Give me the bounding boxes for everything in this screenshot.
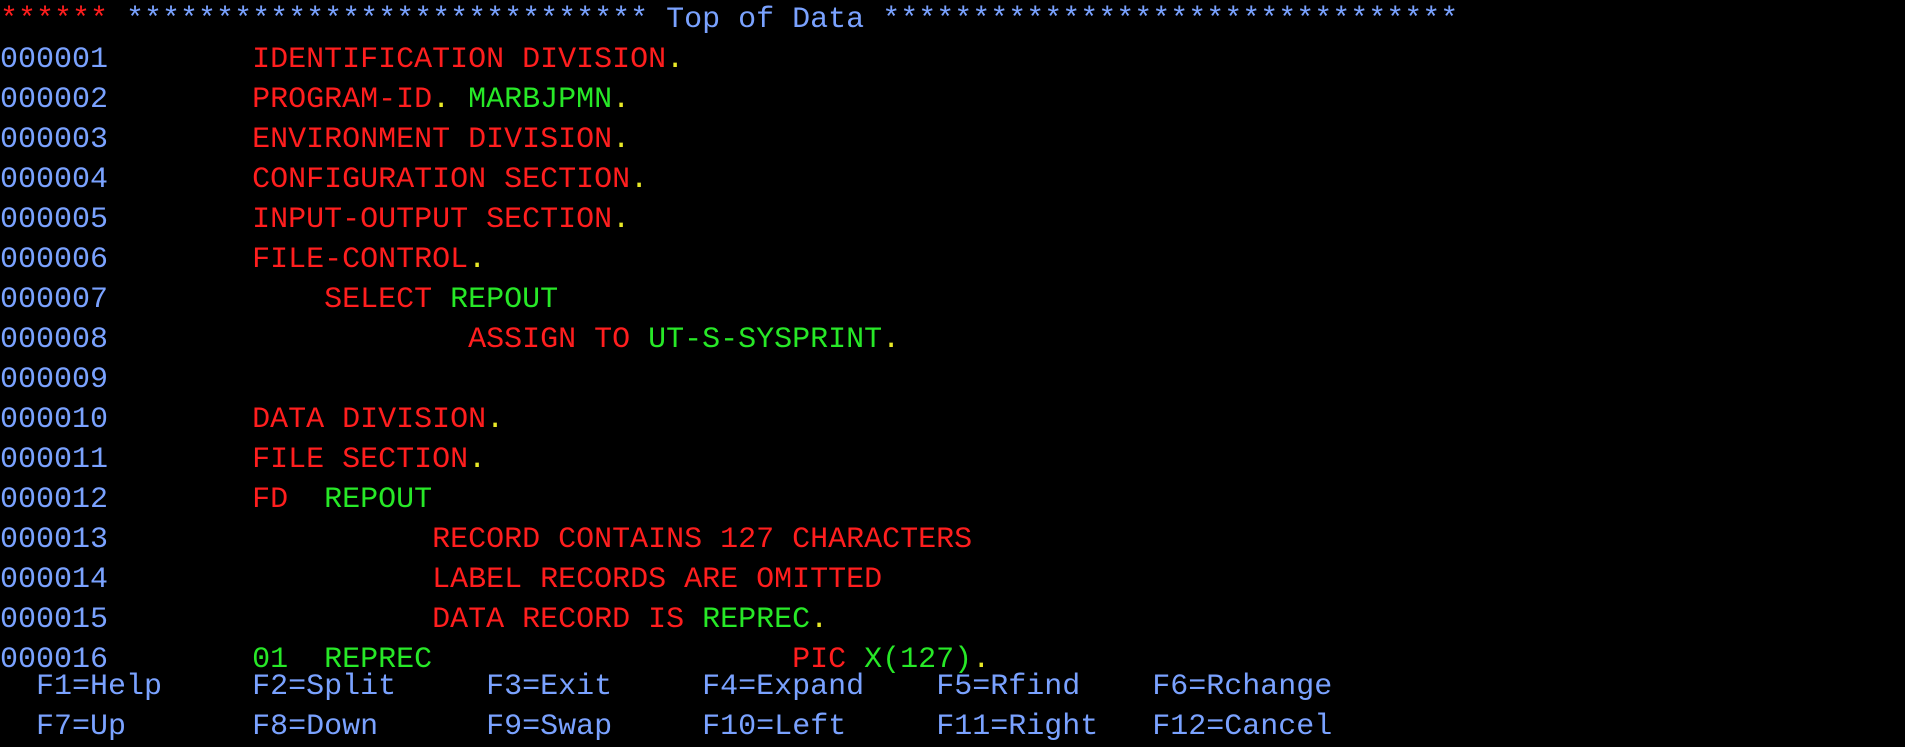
function-key-row-1: F1=Help F2=Split F3=Exit F4=Expand F5=Rf…: [0, 667, 1905, 707]
function-key-bar: F1=Help F2=Split F3=Exit F4=Expand F5=Rf…: [0, 667, 1905, 747]
fkey-f2[interactable]: F2=Split: [234, 670, 396, 704]
code-line[interactable]: 000009: [0, 360, 1905, 400]
code-token: .: [666, 43, 684, 77]
line-number: 000002: [0, 83, 108, 117]
code-token: LABEL RECORDS ARE OMITTED: [432, 563, 882, 597]
code-token: MARBJPMN: [468, 83, 612, 117]
code-line[interactable]: 000007 SELECT REPOUT: [0, 280, 1905, 320]
code-token: .: [468, 443, 486, 477]
fkey-f4[interactable]: F4=Expand: [684, 670, 864, 704]
code-token: .: [882, 323, 900, 357]
fkey-f3[interactable]: F3=Exit: [468, 670, 612, 704]
code-token: .: [612, 83, 630, 117]
code-token: ASSIGN TO: [468, 323, 648, 357]
code-token: DATA DIVISION: [252, 403, 486, 437]
fkey-f6[interactable]: F6=Rchange: [1134, 670, 1332, 704]
code-token: .: [810, 603, 828, 637]
code-token: RECORD CONTAINS 127 CHARACTERS: [432, 523, 972, 557]
code-token: PROGRAM-ID: [252, 83, 432, 117]
code-token: SELECT: [324, 283, 450, 317]
line-number: 000013: [0, 523, 108, 557]
line-number: 000004: [0, 163, 108, 197]
code-token: INPUT-OUTPUT SECTION: [252, 203, 612, 237]
code-line[interactable]: 000008 ASSIGN TO UT-S-SYSPRINT.: [0, 320, 1905, 360]
code-token: REPOUT: [324, 483, 432, 517]
code-line[interactable]: 000003 ENVIRONMENT DIVISION.: [0, 120, 1905, 160]
line-number: 000001: [0, 43, 108, 77]
code-line[interactable]: 000004 CONFIGURATION SECTION.: [0, 160, 1905, 200]
line-number: 000012: [0, 483, 108, 517]
line-number: 000011: [0, 443, 108, 477]
code-token: FD: [252, 483, 324, 517]
code-token: REPOUT: [450, 283, 558, 317]
code-token: FILE SECTION: [252, 443, 468, 477]
code-line[interactable]: 000001 IDENTIFICATION DIVISION.: [0, 40, 1905, 80]
banner-stars-mid-left: *****************************: [126, 3, 648, 37]
code-token: IDENTIFICATION DIVISION: [252, 43, 666, 77]
line-number: 000007: [0, 283, 108, 317]
fkey-f9[interactable]: F9=Swap: [468, 710, 612, 744]
code-line[interactable]: 000014 LABEL RECORDS ARE OMITTED: [0, 560, 1905, 600]
fkey-f8[interactable]: F8=Down: [234, 710, 378, 744]
code-token: CONFIGURATION SECTION: [252, 163, 630, 197]
line-number: 000006: [0, 243, 108, 277]
code-line[interactable]: 000011 FILE SECTION.: [0, 440, 1905, 480]
line-number: 000005: [0, 203, 108, 237]
code-token: .: [486, 403, 504, 437]
line-number: 000003: [0, 123, 108, 157]
code-token: FILE-CONTROL: [252, 243, 468, 277]
line-number: 000010: [0, 403, 108, 437]
fkey-f11[interactable]: F11=Right: [918, 710, 1098, 744]
code-token: .: [612, 203, 630, 237]
code-token: DATA RECORD IS: [432, 603, 702, 637]
code-token: REPREC: [702, 603, 810, 637]
code-line[interactable]: 000006 FILE-CONTROL.: [0, 240, 1905, 280]
code-line[interactable]: 000002 PROGRAM-ID. MARBJPMN.: [0, 80, 1905, 120]
code-line[interactable]: 000005 INPUT-OUTPUT SECTION.: [0, 200, 1905, 240]
line-number: 000009: [0, 363, 108, 397]
banner-stars-mid-right: ********************************: [882, 3, 1458, 37]
code-token: ENVIRONMENT DIVISION: [252, 123, 612, 157]
code-token: .: [612, 123, 630, 157]
fkey-f10[interactable]: F10=Left: [684, 710, 846, 744]
code-token: .: [468, 243, 486, 277]
banner-label: Top of Data: [648, 3, 882, 37]
code-token: .: [432, 83, 468, 117]
fkey-f1[interactable]: F1=Help: [18, 670, 162, 704]
line-number: 000014: [0, 563, 108, 597]
top-of-data-banner: ****** ***************************** Top…: [0, 0, 1905, 40]
function-key-row-2: F7=Up F8=Down F9=Swap F10=Left F11=Right…: [0, 707, 1905, 747]
fkey-f12[interactable]: F12=Cancel: [1134, 710, 1332, 744]
code-token: UT-S-SYSPRINT: [648, 323, 882, 357]
fkey-f5[interactable]: F5=Rfind: [918, 670, 1080, 704]
code-line[interactable]: 000010 DATA DIVISION.: [0, 400, 1905, 440]
line-number: 000008: [0, 323, 108, 357]
code-line[interactable]: 000012 FD REPOUT: [0, 480, 1905, 520]
line-number: 000015: [0, 603, 108, 637]
code-token: .: [630, 163, 648, 197]
editor-body[interactable]: ****** ***************************** Top…: [0, 0, 1905, 680]
banner-stars-left: ******: [0, 3, 108, 37]
fkey-f7[interactable]: F7=Up: [18, 710, 126, 744]
code-line[interactable]: 000013 RECORD CONTAINS 127 CHARACTERS: [0, 520, 1905, 560]
code-line[interactable]: 000015 DATA RECORD IS REPREC.: [0, 600, 1905, 640]
